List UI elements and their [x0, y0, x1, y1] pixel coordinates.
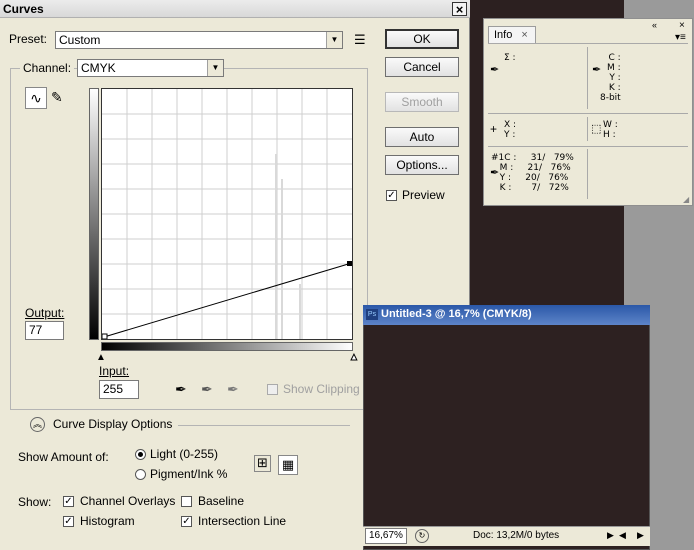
display-options-label[interactable]: Curve Display Options [53, 417, 172, 431]
channel-select[interactable]: CMYK ▼ [77, 59, 224, 77]
status-menu-icon[interactable]: ▶ [607, 530, 614, 541]
sigma-label: Σ : [504, 53, 516, 63]
tab-info-label: Info [494, 29, 513, 41]
collapse-icon[interactable]: ︽ [30, 417, 45, 432]
detailed-grid-icon[interactable]: ▦ [278, 455, 298, 475]
divider [178, 425, 350, 426]
panel-collapse-icon[interactable]: « [652, 20, 657, 30]
show-amount-label: Show Amount of: [18, 450, 109, 464]
document-title-bar[interactable]: Ps Untitled-3 @ 16,7% (CMYK/8) [363, 305, 650, 325]
panel-menu-icon[interactable]: ▾≡ [675, 32, 686, 43]
xy-labels: X : Y : [504, 120, 517, 140]
light-radio[interactable] [135, 449, 146, 460]
intersection-line-checkbox[interactable]: ✓ [181, 516, 192, 527]
dialog-title: Curves [3, 2, 44, 16]
simple-grid-icon[interactable]: ⊞ [254, 455, 271, 472]
curves-title-bar[interactable]: Curves × [0, 0, 470, 18]
divider [488, 146, 688, 147]
scroll-right-icon[interactable]: ▶ [637, 530, 644, 541]
input-label: Input: [99, 364, 130, 378]
resize-grip-icon[interactable]: ◢ [683, 195, 689, 204]
options-button[interactable]: Options... [385, 155, 459, 175]
curve-point[interactable] [102, 333, 108, 339]
pigment-radio[interactable] [135, 469, 146, 480]
scroll-left-icon[interactable]: ◀ [619, 530, 626, 541]
input-field[interactable]: 255 [99, 380, 139, 399]
channel-overlays-label: Channel Overlays [80, 494, 176, 508]
output-field[interactable]: 77 [25, 321, 64, 340]
baseline-label: Baseline [198, 494, 245, 508]
preset-options-icon[interactable]: ☰ [354, 32, 366, 48]
channel-overlays-checkbox[interactable]: ✓ [63, 496, 74, 507]
status-info-icon[interactable]: ↻ [415, 529, 429, 543]
smooth-button[interactable]: Smooth [385, 92, 459, 112]
document-window[interactable] [363, 305, 650, 550]
zoom-field[interactable]: 16,67% [365, 528, 407, 544]
ok-button[interactable]: OK [385, 29, 459, 49]
tab-info[interactable]: Info × [488, 26, 536, 43]
divider [488, 43, 688, 44]
tab-close-icon[interactable]: × [521, 29, 527, 41]
white-eyedropper-icon[interactable]: ✒ [227, 381, 239, 398]
curve-svg [102, 89, 352, 339]
gray-eyedropper-icon[interactable]: ✒ [201, 381, 213, 398]
preset-value: Custom [59, 33, 101, 47]
pigment-label: Pigment/Ink % [150, 467, 228, 481]
chevron-down-icon: ▼ [326, 32, 342, 48]
light-label: Light (0-255) [150, 447, 219, 461]
channel-label: Channel: [20, 61, 75, 75]
cmyk-labels: C : M : Y : K : 8-bit [600, 53, 621, 103]
histogram-checkbox[interactable]: ✓ [63, 516, 74, 527]
selection-size-icon: ⬚ [591, 123, 602, 135]
panel-close-icon[interactable]: × [679, 20, 685, 31]
output-gradient-bar [89, 88, 99, 340]
divider [587, 47, 588, 109]
color-sample-readout: #1C : 31/ 79% M : 21/ 76% Y : 20/ 76% K … [491, 153, 574, 193]
channel-value: CMYK [81, 61, 116, 75]
info-panel: « × ▾≡ Info × Σ : ✒ ✒ C : M : Y : K : 8-… [483, 18, 693, 206]
white-slider-icon[interactable]: ▲ [349, 352, 360, 364]
curve-point-tool-icon[interactable]: ∿ [25, 87, 47, 109]
input-gradient-bar [101, 342, 353, 351]
auto-button[interactable]: Auto [385, 127, 459, 147]
pencil-tool-icon[interactable]: ✎ [51, 89, 63, 106]
document-title: Untitled-3 @ 16,7% (CMYK/8) [381, 308, 532, 320]
eyedropper-icon: ✒ [490, 64, 500, 76]
divider [488, 113, 688, 114]
show-label: Show: [18, 495, 52, 509]
divider [587, 117, 588, 141]
crosshair-icon: + [490, 122, 498, 136]
preview-label: Preview [402, 188, 445, 202]
status-bar: 16,67% ↻ Doc: 13,2M/0 bytes ▶ ◀ ▶ [363, 526, 650, 546]
curve-point[interactable] [347, 261, 352, 267]
photoshop-icon: Ps [366, 309, 378, 320]
histogram [275, 154, 301, 339]
intersection-line-label: Intersection Line [198, 514, 287, 528]
histogram-label: Histogram [80, 514, 135, 528]
wh-labels: W : H : [603, 120, 618, 140]
cancel-button[interactable]: Cancel [385, 57, 459, 77]
divider [587, 149, 588, 199]
black-eyedropper-icon[interactable]: ✒ [175, 381, 187, 398]
black-slider-icon[interactable]: ▲ [96, 352, 106, 363]
close-button[interactable]: × [452, 2, 467, 16]
preset-select[interactable]: Custom ▼ [55, 31, 343, 49]
baseline-checkbox[interactable] [181, 496, 192, 507]
show-clipping-checkbox[interactable] [267, 384, 278, 395]
output-label: Output: [25, 306, 65, 320]
show-clipping-label: Show Clipping [283, 382, 360, 396]
preset-label: Preset: [9, 32, 48, 46]
curve-graph[interactable] [101, 88, 353, 340]
chevron-down-icon: ▼ [207, 60, 223, 76]
doc-size: Doc: 13,2M/0 bytes [473, 530, 560, 541]
preview-checkbox[interactable]: ✓ [386, 190, 397, 201]
